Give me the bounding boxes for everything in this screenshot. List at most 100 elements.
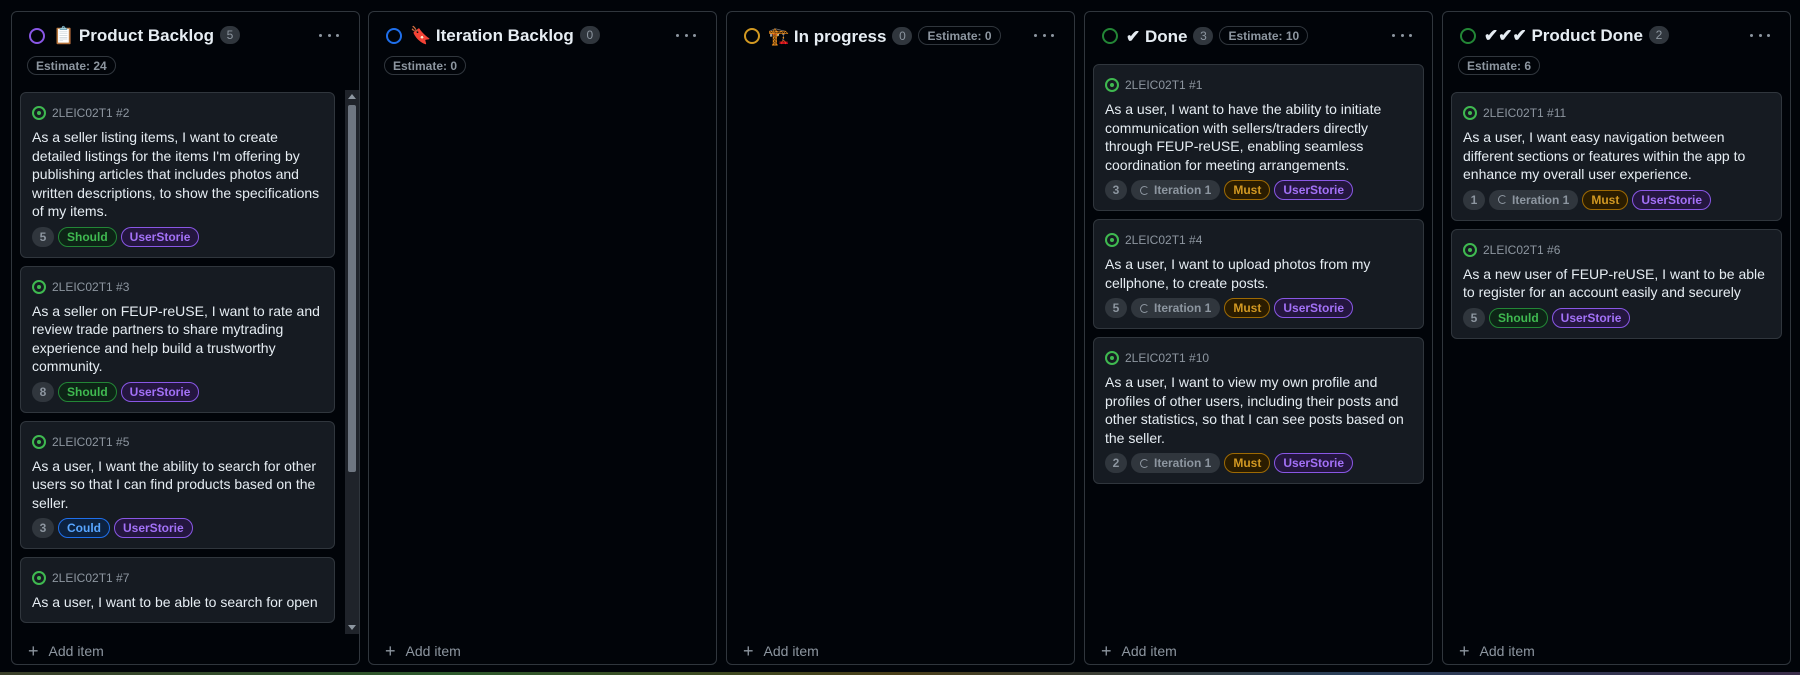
issue-card[interactable]: 2LEIC02T1 #11 As a user, I want easy nav… (1451, 92, 1782, 221)
status-circle-icon (1102, 28, 1118, 44)
estimate-badge: Estimate: 0 (918, 26, 1001, 45)
column-menu-button[interactable] (319, 29, 339, 41)
issue-title[interactable]: As a user, I want to have the ability to… (1105, 100, 1412, 174)
issue-opened-icon (32, 279, 46, 294)
priority-label: Must (1224, 453, 1271, 473)
column-menu-button[interactable] (1034, 29, 1054, 41)
add-item-button[interactable]: + Add item (743, 638, 819, 664)
estimate-label: 1 (1463, 189, 1485, 210)
column-title-text: ✔✔✔ Product Done (1484, 26, 1643, 45)
type-label: UserStorie (1632, 189, 1712, 210)
more-horizontal-icon (676, 33, 679, 37)
issue-id[interactable]: 2LEIC02T1 #4 (1125, 233, 1202, 247)
more-horizontal-icon (1392, 33, 1395, 37)
issue-id[interactable]: 2LEIC02T1 #11 (1483, 106, 1566, 120)
type-label: UserStorie (1274, 298, 1354, 318)
column-menu-button[interactable] (676, 29, 696, 41)
scroll-down-icon[interactable] (348, 625, 356, 630)
issue-card[interactable]: 2LEIC02T1 #4 As a user, I want to upload… (1093, 219, 1424, 329)
issue-title[interactable]: As a user, I want easy navigation betwee… (1463, 128, 1770, 184)
issue-card[interactable]: 2LEIC02T1 #5 As a user, I want the abili… (20, 420, 335, 549)
type-label: UserStorie (120, 226, 200, 247)
more-horizontal-icon (1750, 33, 1753, 37)
issue-opened-icon (32, 106, 46, 120)
issue-card[interactable]: 2LEIC02T1 #1 As a user, I want to have t… (1093, 64, 1424, 211)
item-count: 3 (1193, 27, 1214, 45)
issue-opened-icon (1463, 242, 1477, 257)
issue-title[interactable]: As a user, I want to upload photos from … (1105, 255, 1412, 292)
add-item-button[interactable]: + Add item (28, 638, 104, 664)
status-circle-icon (386, 28, 402, 44)
issue-card[interactable]: 2LEIC02T1 #2 As a seller listing items, … (20, 92, 335, 258)
plus-icon: + (385, 641, 396, 661)
item-count: 0 (579, 26, 600, 44)
priority-label: Must (1224, 180, 1271, 200)
column-product-backlog: 📋 Product Backlog 5 Estimate: 24 2LEIC02T… (11, 11, 360, 665)
priority-label: Could (58, 518, 110, 538)
column-iteration-backlog: 🔖 Iteration Backlog 0 Estimate: 0 + Add it… (368, 11, 717, 665)
issue-id[interactable]: 2LEIC02T1 #1 (1125, 78, 1202, 92)
issue-title[interactable]: As a user, I want the ability to search … (32, 457, 323, 513)
column-in-progress: 🏗️ In progress 0 Estimate: 0 + Add item (726, 11, 1075, 665)
priority-label: Should (1489, 307, 1548, 328)
column-menu-button[interactable] (1392, 29, 1412, 41)
iteration-label: Iteration 1 (1131, 298, 1221, 318)
iteration-label-text: Iteration 1 (1154, 301, 1212, 315)
type-label: UserStorie (120, 381, 200, 402)
estimate-label: 5 (1463, 307, 1485, 328)
issue-id[interactable]: 2LEIC02T1 #2 (52, 106, 129, 120)
iteration-icon (1140, 303, 1149, 313)
issue-title[interactable]: As a seller listing items, I want to cre… (32, 128, 323, 221)
scrollbar-thumb[interactable] (348, 105, 356, 472)
column-title: 🔖 Iteration Backlog 0 (410, 26, 600, 46)
issue-opened-icon (32, 571, 46, 585)
priority-label: Should (58, 381, 117, 402)
iteration-label-text: Iteration 1 (1512, 192, 1570, 207)
issue-card[interactable]: 2LEIC02T1 #10 As a user, I want to view … (1093, 337, 1424, 484)
estimate-label: 3 (1105, 180, 1127, 200)
plus-icon: + (1101, 641, 1112, 661)
estimate-label: 8 (32, 381, 54, 402)
scrollbar[interactable] (345, 90, 359, 634)
add-item-button[interactable]: + Add item (385, 638, 461, 664)
column-title: ✔✔✔ Product Done 2 (1484, 26, 1669, 46)
add-item-button[interactable]: + Add item (1459, 638, 1535, 664)
estimate-label: 5 (1105, 298, 1127, 318)
issue-title[interactable]: As a new user of FEUP-reUSE, I want to b… (1463, 265, 1770, 302)
priority-label: Must (1224, 298, 1271, 318)
type-label: UserStorie (1274, 180, 1354, 200)
issue-opened-icon (1463, 106, 1477, 120)
issue-opened-icon (32, 434, 46, 449)
issue-title[interactable]: As a seller on FEUP-reUSE, I want to rat… (32, 302, 323, 376)
issue-id[interactable]: 2LEIC02T1 #10 (1125, 351, 1209, 365)
scroll-up-icon[interactable] (348, 94, 356, 99)
issue-title[interactable]: As a user, I want to view my own profile… (1105, 373, 1412, 447)
iteration-label: Iteration 1 (1131, 453, 1221, 473)
column-menu-button[interactable] (1750, 29, 1770, 41)
iteration-label: Iteration 1 (1131, 180, 1221, 200)
issue-id[interactable]: 2LEIC02T1 #7 (52, 571, 129, 585)
more-horizontal-icon (1034, 33, 1037, 37)
issue-opened-icon (1105, 351, 1119, 365)
item-count: 5 (219, 26, 240, 44)
item-count: 0 (892, 27, 913, 45)
estimate-label: 2 (1105, 453, 1127, 473)
iteration-icon (1140, 458, 1149, 468)
issue-card[interactable]: 2LEIC02T1 #7 As a user, I want to be abl… (20, 557, 335, 623)
add-item-label: Add item (1121, 643, 1177, 659)
add-item-button[interactable]: + Add item (1101, 638, 1177, 664)
issue-id[interactable]: 2LEIC02T1 #6 (1483, 243, 1560, 257)
item-count: 2 (1648, 26, 1669, 44)
issue-card[interactable]: 2LEIC02T1 #3 As a seller on FEUP-reUSE, … (20, 265, 335, 413)
iteration-icon (1140, 185, 1149, 195)
column-title-text: 🔖 Iteration Backlog (410, 26, 574, 45)
issue-id[interactable]: 2LEIC02T1 #3 (52, 280, 129, 294)
issue-card[interactable]: 2LEIC02T1 #6 As a new user of FEUP-reUSE… (1451, 228, 1782, 339)
iteration-icon (1498, 195, 1507, 204)
iteration-label: Iteration 1 (1489, 189, 1579, 210)
issue-title[interactable]: As a user, I want to be able to search f… (32, 593, 323, 612)
issue-opened-icon (1105, 78, 1119, 92)
column-title: 🏗️ In progress 0 Estimate: 0 (768, 26, 1001, 47)
add-item-label: Add item (48, 643, 104, 659)
issue-id[interactable]: 2LEIC02T1 #5 (52, 435, 129, 449)
